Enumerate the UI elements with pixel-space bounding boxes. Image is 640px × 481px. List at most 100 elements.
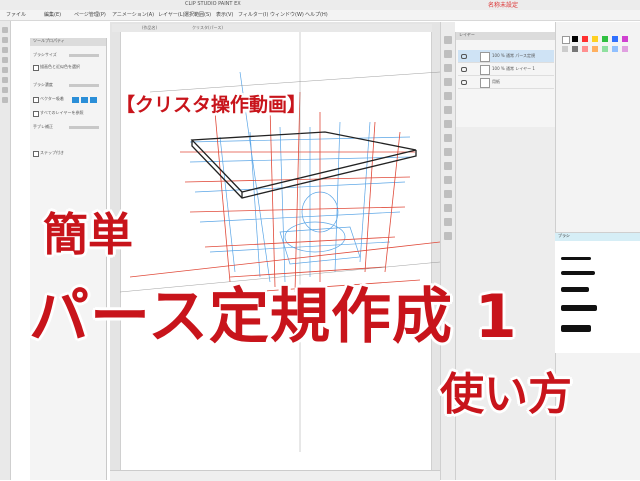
gradient-icon[interactable]: [444, 148, 452, 156]
layer-panel: レイヤー 100 % 通常 パース定規 100 % 通常 レイヤー 1 用紙: [455, 32, 556, 127]
figure-icon[interactable]: [444, 162, 452, 170]
window-top-right-text: 名称未設定: [488, 2, 519, 9]
color-cell-lightblue[interactable]: [612, 46, 618, 52]
palette-icon[interactable]: [444, 78, 452, 86]
menu-layer[interactable]: レイヤー(L): [158, 11, 185, 18]
color-cell-pink[interactable]: [582, 46, 588, 52]
tab-document-2[interactable]: クリスタ(パース): [192, 25, 223, 31]
layer-panel-header: レイヤー: [456, 32, 556, 40]
tool-strip: [0, 21, 11, 480]
layer-thumbnail: [480, 52, 490, 62]
prop-stabilization[interactable]: 手ブレ補正: [33, 124, 101, 131]
brush-tool-icon[interactable]: [2, 67, 8, 73]
overlay-how-to: 使い方: [440, 369, 572, 420]
color-cell-orange[interactable]: [592, 46, 598, 52]
refer-all-checkbox[interactable]: [33, 111, 39, 117]
ruler-icon[interactable]: [444, 92, 452, 100]
layer-row-perspective[interactable]: 100 % 通常 パース定規: [458, 50, 554, 63]
brush-size-panel: ブラシ: [555, 232, 640, 353]
prop-brush-size[interactable]: ブラシサイズ: [33, 52, 101, 59]
color-cell-gray[interactable]: [562, 46, 568, 52]
menu-animation[interactable]: アニメーション(A): [112, 11, 154, 18]
menu-view[interactable]: 表示(V): [216, 11, 233, 18]
eye-icon[interactable]: [461, 54, 467, 59]
brush-size-preview[interactable]: [561, 305, 597, 311]
vector-snap-checkbox[interactable]: [33, 97, 39, 103]
brush-size-preview[interactable]: [561, 257, 591, 260]
menu-select[interactable]: 選択範囲(S): [184, 11, 211, 18]
color-cell-purple[interactable]: [622, 36, 628, 42]
brush-size-preview[interactable]: [561, 287, 589, 292]
text-icon[interactable]: [444, 106, 452, 114]
layer-visibility-icon[interactable]: [444, 36, 452, 44]
fill-icon[interactable]: [444, 134, 452, 142]
overlay-main-title: パース定規作成 1: [29, 282, 518, 352]
eye-icon[interactable]: [461, 67, 467, 72]
layer-row-paper[interactable]: 用紙: [458, 76, 554, 89]
menu-window[interactable]: ウィンドウ(W): [270, 11, 304, 18]
color-cell-white[interactable]: [562, 36, 570, 44]
pen-tool-icon[interactable]: [2, 57, 8, 63]
layer-panel-title: レイヤー: [459, 32, 475, 37]
brush-size-preview[interactable]: [561, 325, 591, 332]
brush-density-slider[interactable]: [69, 84, 99, 87]
eraser-icon[interactable]: [444, 176, 452, 184]
layer-thumbnail: [480, 65, 490, 75]
prop-vector-snap-label: ベクター吸着: [40, 96, 64, 101]
color-cell-black[interactable]: [572, 36, 578, 42]
stabilization-slider[interactable]: [69, 126, 99, 129]
layer-name: 100 % 通常 レイヤー 1: [492, 66, 535, 71]
prop-brush-density[interactable]: ブラシ濃度: [33, 82, 101, 89]
snap-color-icon-2[interactable]: [81, 97, 88, 103]
menu-edit[interactable]: 編集(E): [44, 11, 61, 18]
select-tool-icon[interactable]: [2, 47, 8, 53]
color-cell-blue[interactable]: [612, 36, 618, 42]
brush-size-slider[interactable]: [69, 54, 99, 57]
color-cell-green[interactable]: [602, 36, 608, 42]
prop-step-label: ステップ付き: [40, 150, 64, 155]
prop-refer-all-label: すべてのレイヤーを参照: [40, 110, 84, 115]
prop-brush-size-label: ブラシサイズ: [33, 52, 57, 57]
overlay-easy: 簡単: [43, 208, 134, 261]
eyedropper-icon[interactable]: [444, 204, 452, 212]
step-checkbox[interactable]: [33, 151, 39, 157]
frame-icon[interactable]: [444, 120, 452, 128]
color-cell-darkgray[interactable]: [572, 46, 578, 52]
pen-icon[interactable]: [444, 64, 452, 72]
move-tool-icon[interactable]: [2, 37, 8, 43]
menu-page[interactable]: ページ管理(P): [74, 11, 106, 18]
snap-color-icon-3[interactable]: [90, 97, 97, 103]
near-color-checkbox[interactable]: [33, 65, 39, 71]
menu-file[interactable]: ファイル: [6, 11, 26, 18]
move-icon[interactable]: [444, 218, 452, 226]
prop-brush-density-label: ブラシ濃度: [33, 82, 53, 87]
prop-stabilization-label: 手ブレ補正: [33, 124, 53, 129]
zoom-tool-icon[interactable]: [2, 27, 8, 33]
eye-icon[interactable]: [461, 80, 467, 85]
color-cell-red[interactable]: [582, 36, 588, 42]
prop-step[interactable]: ステップ付き: [33, 150, 101, 157]
ruler-tool-icon[interactable]: [2, 97, 8, 103]
menu-filter[interactable]: フィルター(I): [238, 11, 268, 18]
prop-refer-all[interactable]: すべてのレイヤーを参照: [33, 110, 101, 117]
menu-help[interactable]: ヘルプ(H): [305, 11, 328, 18]
window-title: CLIP STUDIO PAINT EX: [185, 1, 241, 7]
overlay-subtitle: 【クリスタ操作動画】: [116, 94, 307, 116]
fill-tool-icon[interactable]: [2, 87, 8, 93]
prop-near-color[interactable]: 描画色と近似色を選択: [33, 64, 101, 71]
snap-color-icon[interactable]: [72, 97, 79, 103]
color-cell-lightgreen[interactable]: [602, 46, 608, 52]
layer-name: 用紙: [492, 79, 500, 84]
lock-icon[interactable]: [444, 50, 452, 58]
layer-thumbnail: [480, 78, 490, 88]
canvas-tabbar: (作品名) クリスタ(パース): [112, 24, 432, 32]
black-color-icon[interactable]: [444, 232, 452, 240]
eraser-tool-icon[interactable]: [2, 77, 8, 83]
brush-size-preview[interactable]: [561, 271, 595, 275]
tab-document-1[interactable]: (作品名): [142, 25, 157, 31]
tool-property-header: ツールプロパティ: [30, 38, 106, 46]
layer-row-layer1[interactable]: 100 % 通常 レイヤー 1: [458, 63, 554, 76]
color-cell-lilac[interactable]: [622, 46, 628, 52]
blend-icon[interactable]: [444, 190, 452, 198]
color-cell-yellow[interactable]: [592, 36, 598, 42]
